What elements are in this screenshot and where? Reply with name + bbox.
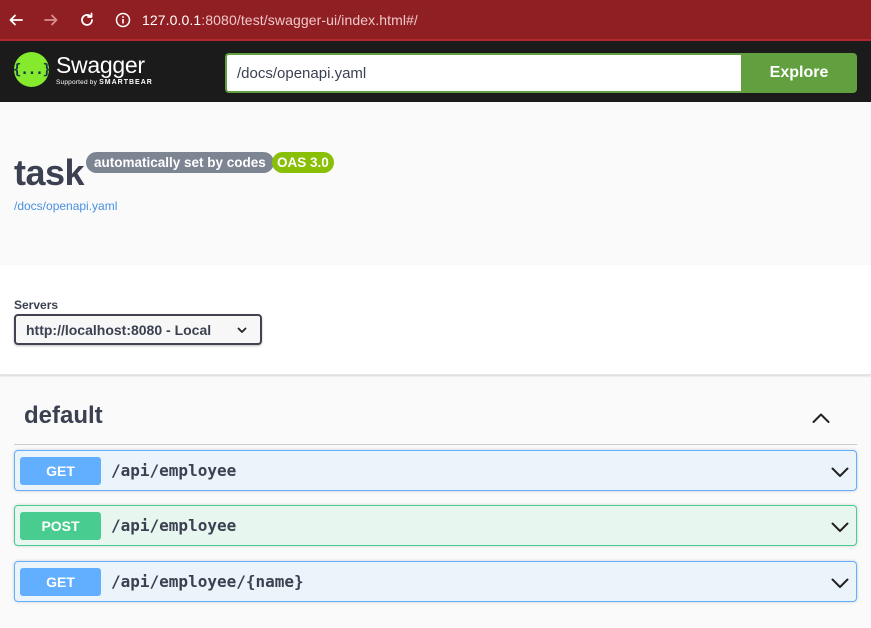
servers-label: Servers — [14, 298, 59, 312]
method-badge: GET — [20, 456, 101, 485]
operation-get-employee[interactable]: GET /api/employee — [14, 450, 857, 491]
chevron-up-icon[interactable] — [811, 408, 831, 428]
chevron-down-icon[interactable] — [830, 517, 850, 537]
operation-path: /api/employee — [111, 516, 237, 535]
method-badge: GET — [20, 567, 101, 596]
operation-post-employee[interactable]: POST /api/employee — [14, 505, 857, 546]
site-info-icon[interactable] — [113, 10, 133, 30]
operation-path: /api/employee/{name} — [111, 572, 304, 591]
swagger-topbar: {...} Swagger Supported by SMARTBEAR Exp… — [0, 41, 871, 102]
address-bar[interactable]: 127.0.0.1:8080/test/swagger-ui/index.htm… — [142, 12, 418, 28]
servers-section: Servers http://localhost:8080 - Local — [0, 265, 871, 375]
version-badge: automatically set by codes — [86, 152, 274, 173]
tag-header-default[interactable]: default — [14, 394, 857, 445]
logo-name: Swagger — [56, 52, 145, 78]
reload-icon[interactable] — [75, 8, 99, 32]
servers-select[interactable]: http://localhost:8080 - Local — [14, 314, 262, 345]
url-path: :8080/test/swagger-ui/index.html#/ — [201, 11, 418, 28]
url-host: 127.0.0.1 — [142, 11, 202, 28]
tag-name: default — [24, 402, 103, 429]
api-title: task — [14, 152, 85, 193]
forward-arrow-icon[interactable] — [39, 8, 63, 32]
spec-link[interactable]: /docs/openapi.yaml — [14, 199, 117, 213]
chevron-down-icon[interactable] — [830, 462, 850, 482]
oas-badge: OAS 3.0 — [272, 152, 334, 173]
logo-subtitle: Supported by SMARTBEAR — [56, 79, 153, 86]
api-info: task automatically set by codes OAS 3.0 … — [0, 102, 871, 265]
browser-toolbar: 127.0.0.1:8080/test/swagger-ui/index.htm… — [0, 0, 871, 41]
method-badge: POST — [20, 511, 101, 540]
spec-url-input[interactable] — [225, 53, 741, 93]
chevron-down-icon — [237, 327, 247, 333]
operation-path: /api/employee — [111, 461, 237, 480]
operation-get-employee-by-name[interactable]: GET /api/employee/{name} — [14, 561, 857, 602]
back-arrow-icon[interactable] — [4, 8, 28, 32]
explore-form: Explore — [225, 53, 857, 93]
servers-selected-value: http://localhost:8080 - Local — [26, 321, 212, 338]
swagger-logo-icon: {...} — [13, 52, 51, 87]
chevron-down-icon[interactable] — [830, 573, 850, 593]
swagger-logo[interactable]: {...} Swagger Supported by SMARTBEAR — [13, 52, 153, 87]
explore-button[interactable]: Explore — [741, 53, 857, 93]
